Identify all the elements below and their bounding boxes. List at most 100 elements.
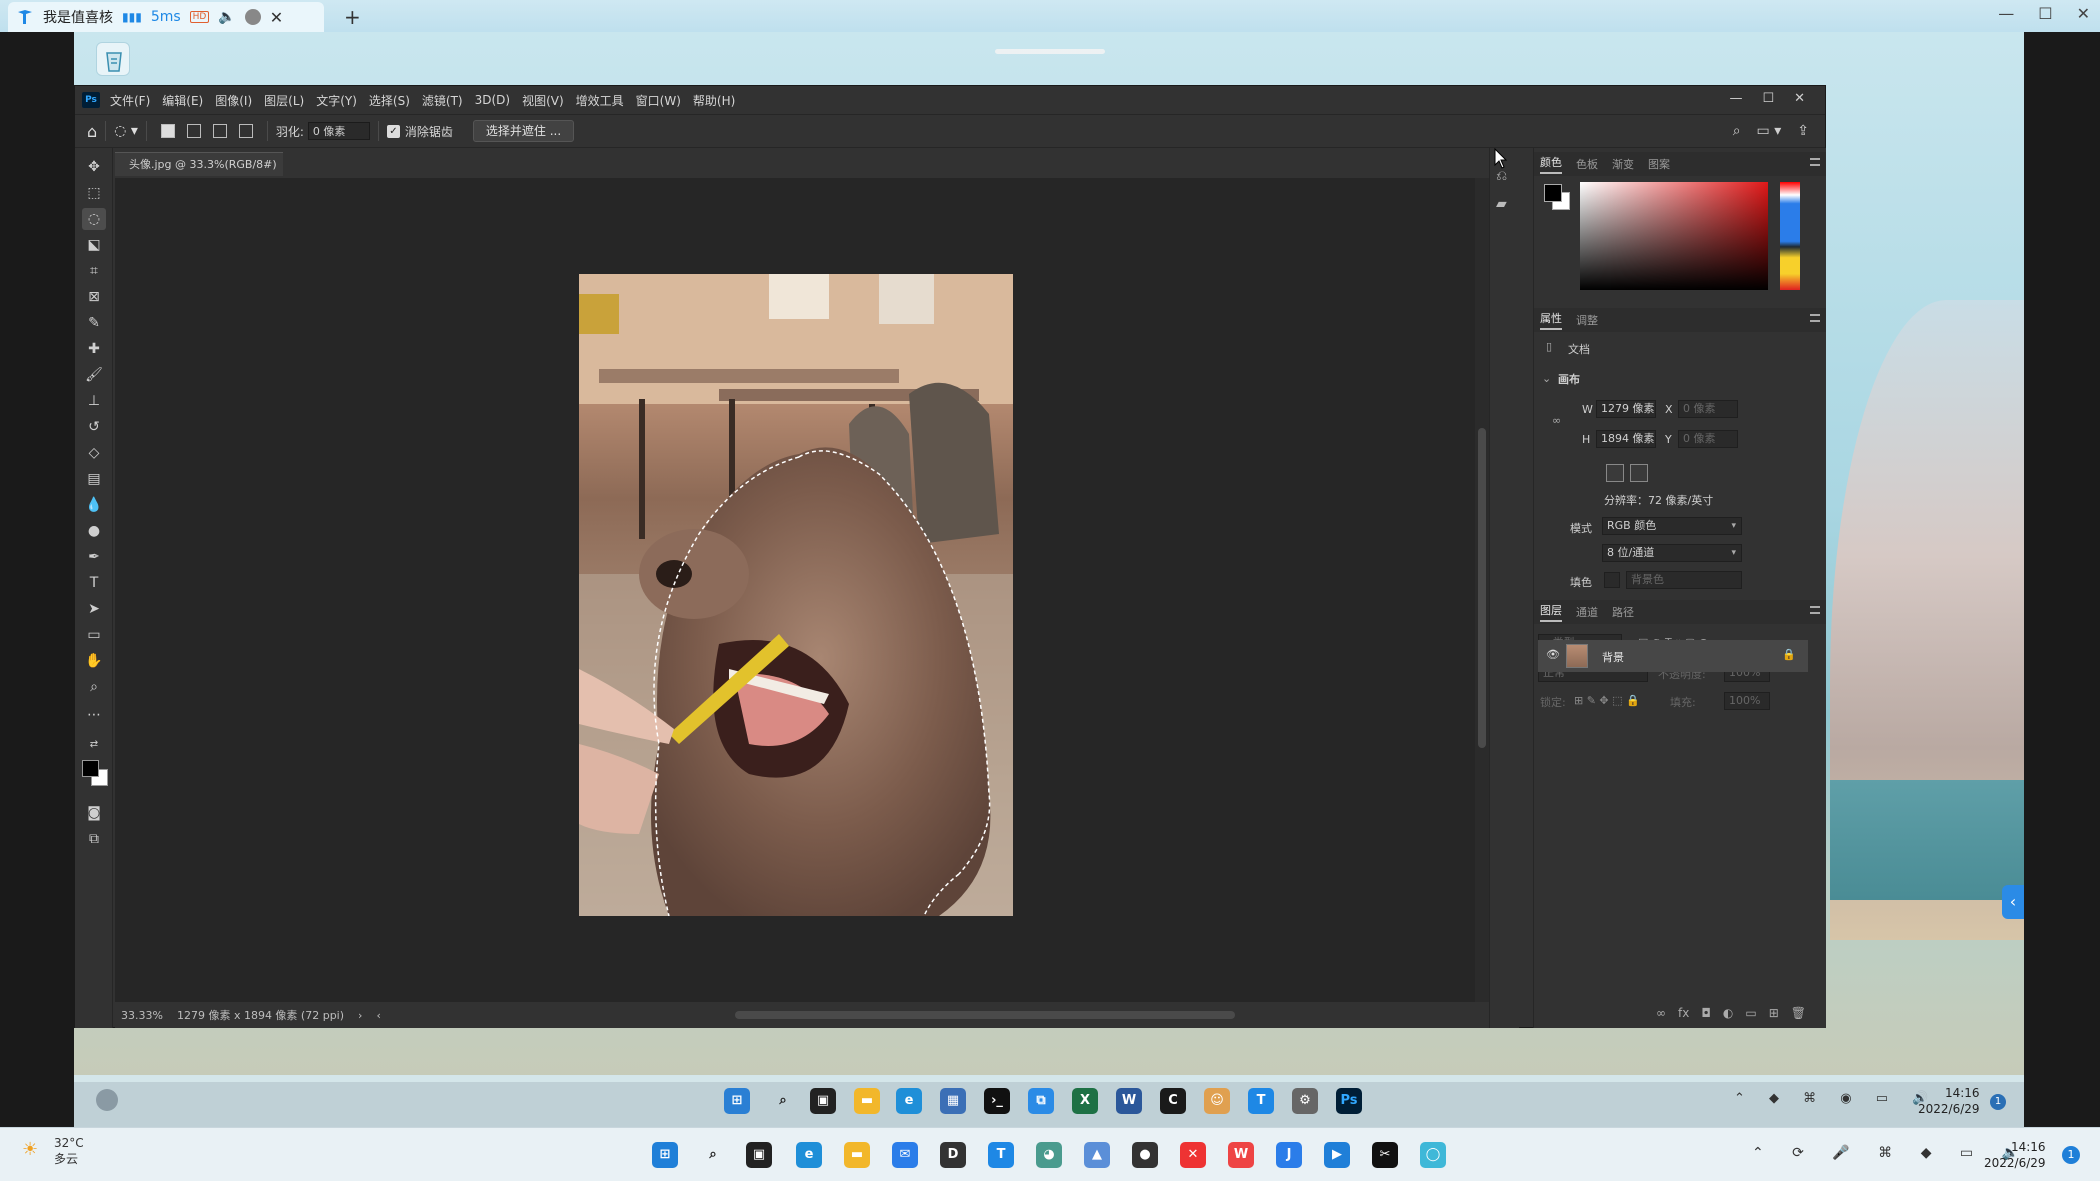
ps-close-icon[interactable]: ✕ <box>1794 91 1805 106</box>
quick-mask-icon[interactable]: ◙ <box>82 802 106 824</box>
workspace-icon[interactable]: ▭ ▾ <box>1757 123 1782 139</box>
avatar-app-icon[interactable]: ☺ <box>1204 1088 1230 1114</box>
color-picker-field[interactable] <box>1580 182 1768 290</box>
screen-mode-icon[interactable]: ⧉ <box>82 828 106 850</box>
remote-session-tab[interactable]: 我是值喜核 ▮▮▮ 5ms HD 🔈 ✕ <box>8 2 324 32</box>
home-icon[interactable]: ⌂ <box>87 122 97 141</box>
marquee-tool-icon[interactable]: ⬚ <box>82 182 106 204</box>
subtract-selection-icon[interactable] <box>212 124 227 138</box>
host-xmind-icon[interactable]: ✕ <box>1180 1142 1206 1168</box>
menu-window[interactable]: 窗口(W) <box>636 92 681 109</box>
menu-type[interactable]: 文字(Y) <box>316 92 357 109</box>
healing-brush-icon[interactable]: ✚ <box>82 338 106 360</box>
share-icon[interactable]: ⇪ <box>1797 123 1809 139</box>
landscape-icon[interactable] <box>1630 464 1648 482</box>
photoshop-taskbar-icon[interactable]: Ps <box>1336 1088 1362 1114</box>
word-icon[interactable]: W <box>1116 1088 1142 1114</box>
store-icon[interactable]: ▦ <box>940 1088 966 1114</box>
edge-icon[interactable]: e <box>896 1088 922 1114</box>
rectangle-tool-icon[interactable]: ▭ <box>82 624 106 646</box>
tab-adjustments[interactable]: 调整 <box>1576 312 1598 328</box>
tab-swatches[interactable]: 色板 <box>1576 156 1598 172</box>
chevron-down-icon[interactable]: ⌄ <box>1542 372 1551 385</box>
host-capcut-icon[interactable]: ✂ <box>1372 1142 1398 1168</box>
task-view-icon[interactable]: ▣ <box>810 1088 836 1114</box>
fill-select[interactable]: 背景色 <box>1626 571 1742 589</box>
document-image[interactable] <box>579 274 1013 916</box>
weather-widget[interactable]: 32°C 多云 <box>54 1135 84 1167</box>
gradient-tool-icon[interactable]: ▤ <box>82 468 106 490</box>
host-remote-app-icon[interactable]: T <box>988 1142 1014 1168</box>
new-layer-icon[interactable]: ⊞ <box>1769 1006 1779 1020</box>
canvas-section-title[interactable]: 画布 <box>1558 371 1580 387</box>
menu-select[interactable]: 选择(S) <box>369 92 410 109</box>
scroll-left-icon[interactable]: ‹ <box>376 1009 380 1022</box>
hand-tool-icon[interactable]: ✋ <box>82 650 106 672</box>
host-edge-icon[interactable]: e <box>796 1142 822 1168</box>
settings-gear-icon[interactable]: ⚙ <box>1292 1088 1318 1114</box>
layers-panel-menu-icon[interactable] <box>1810 606 1820 614</box>
move-tool-icon[interactable]: ✥ <box>82 156 106 178</box>
weather-icon[interactable]: ☀ <box>22 1139 44 1160</box>
host-task-view-icon[interactable]: ▣ <box>746 1142 772 1168</box>
lasso-preset-icon[interactable]: ◌ ▾ <box>114 123 138 139</box>
ps-minimize-icon[interactable]: — <box>1729 91 1742 106</box>
host-chat-icon[interactable]: ◯ <box>1420 1142 1446 1168</box>
object-select-tool-icon[interactable]: ⬕ <box>82 234 106 256</box>
maximize-icon[interactable]: ☐ <box>2038 4 2052 23</box>
swap-colors-icon[interactable]: ⇄ <box>82 734 106 756</box>
document-tab[interactable]: 头像.jpg @ 33.3%(RGB/8#) × <box>115 152 283 195</box>
tab-channels[interactable]: 通道 <box>1576 604 1598 620</box>
crop-tool-icon[interactable]: ⌗ <box>82 260 106 282</box>
horizontal-scroll-thumb[interactable] <box>735 1011 1235 1019</box>
search-icon[interactable]: ⌕ <box>1733 123 1741 139</box>
vertical-scrollbar[interactable] <box>1475 178 1489 1002</box>
menu-3d[interactable]: 3D(D) <box>475 93 510 107</box>
hue-slider[interactable] <box>1780 182 1800 290</box>
remote-drag-handle[interactable] <box>995 49 1105 54</box>
inner-clock[interactable]: 14:16 2022/6/29 <box>1918 1085 1980 1117</box>
bit-depth-select[interactable]: 8 位/通道 ▾ <box>1602 544 1742 562</box>
type-tool-icon[interactable]: T <box>82 572 106 594</box>
remote-app-icon[interactable]: T <box>1248 1088 1274 1114</box>
dodge-tool-icon[interactable]: ● <box>82 520 106 542</box>
blur-tool-icon[interactable]: 💧 <box>82 494 106 516</box>
hd-icon[interactable]: HD <box>189 11 210 23</box>
feather-input[interactable] <box>307 122 370 140</box>
search-icon[interactable]: ⌕ <box>770 1088 796 1114</box>
eye-icon[interactable]: 👁 <box>1546 648 1560 661</box>
select-and-mask-button[interactable]: 选择并遮住 ... <box>472 120 575 142</box>
host-start-icon[interactable]: ⊞ <box>652 1142 678 1168</box>
intersect-selection-icon[interactable] <box>238 124 253 138</box>
path-select-icon[interactable]: ➤ <box>82 598 106 620</box>
adjustment-layer-icon[interactable]: ◐ <box>1723 1006 1733 1020</box>
menu-view[interactable]: 视图(V) <box>522 92 564 109</box>
menu-layer[interactable]: 图层(L) <box>264 92 304 109</box>
excel-icon[interactable]: X <box>1072 1088 1098 1114</box>
new-tab-button[interactable]: + <box>344 5 361 29</box>
lasso-tool-icon[interactable]: ◌ <box>82 208 106 230</box>
tab-color[interactable]: 颜色 <box>1540 154 1562 174</box>
speaker-icon[interactable]: 🔈 <box>218 9 235 25</box>
layer-name[interactable]: 背景 <box>1602 649 1624 665</box>
brush-tool-icon[interactable]: 🖌 <box>82 364 106 386</box>
fill-swatch[interactable] <box>1604 572 1620 588</box>
link-icon[interactable]: ∞ <box>1552 414 1561 427</box>
pen-tool-icon[interactable]: ✒ <box>82 546 106 568</box>
y-field[interactable]: 0 像素 <box>1678 430 1738 448</box>
inner-tray-icons[interactable]: ⌃ ◆ ⌘ ◉ ▭ 🔊 <box>1734 1091 1938 1106</box>
tab-patterns[interactable]: 图案 <box>1648 156 1670 172</box>
color-swatches[interactable] <box>82 760 110 788</box>
host-player-icon[interactable]: ▶ <box>1324 1142 1350 1168</box>
fx-icon[interactable]: fx <box>1678 1006 1689 1020</box>
vertical-scroll-thumb[interactable] <box>1478 428 1486 748</box>
history-brush-icon[interactable]: ↺ <box>82 416 106 438</box>
record-icon[interactable] <box>244 9 261 25</box>
file-explorer-icon[interactable]: ▬ <box>854 1088 880 1114</box>
link-layers-icon[interactable]: ∞ <box>1656 1006 1666 1020</box>
menu-file[interactable]: 文件(F) <box>110 92 150 109</box>
host-app-icon[interactable]: ◕ <box>1036 1142 1062 1168</box>
zoom-level[interactable]: 33.33% <box>121 1009 163 1022</box>
layer-row[interactable]: 👁 背景 🔒 <box>1538 640 1808 672</box>
notification-badge[interactable]: 1 <box>1990 1094 2006 1110</box>
